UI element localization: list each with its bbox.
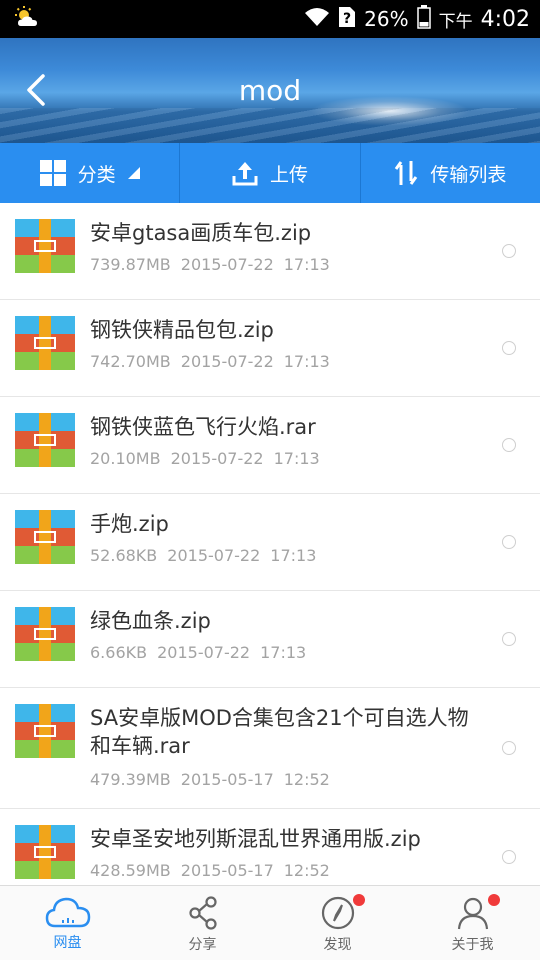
select-radio[interactable]: [502, 535, 516, 549]
file-date: 2015-07-22: [157, 643, 251, 662]
archive-file-icon: [15, 825, 75, 879]
transfer-list-button[interactable]: 传输列表: [361, 143, 540, 203]
file-name: 钢铁侠精品包包.zip: [90, 318, 274, 342]
file-name: SA安卓版MOD合集包含21个可自选人物和车辆.rar: [90, 706, 469, 758]
transfer-label: 传输列表: [430, 163, 507, 186]
battery-percent: 26%: [364, 7, 409, 31]
file-size: 6.66KB: [90, 643, 148, 662]
file-time: 12:52: [283, 770, 330, 789]
archive-file-icon: [15, 413, 75, 467]
select-radio[interactable]: [502, 850, 516, 864]
file-date: 2015-07-22: [180, 255, 274, 274]
file-time: 17:13: [260, 643, 307, 662]
select-radio[interactable]: [502, 438, 516, 452]
archive-file-icon: [15, 510, 75, 564]
file-date: 2015-07-22: [180, 352, 274, 371]
file-size: 52.68KB: [90, 546, 158, 565]
select-radio[interactable]: [502, 341, 516, 355]
archive-file-icon: [15, 219, 75, 273]
nav-item-cloud-drive[interactable]: 网盘: [0, 886, 135, 960]
file-time: 17:13: [283, 255, 330, 274]
file-row[interactable]: 手炮.zip 52.68KB 2015-07-22 17:13: [0, 494, 540, 591]
file-row[interactable]: 安卓圣安地列斯混乱世界通用版.zip 428.59MB 2015-05-17 12:…: [0, 809, 540, 885]
nav-label: 分享: [188, 937, 217, 953]
file-meta: 479.39MB 2015-05-17 12:52: [90, 770, 330, 789]
wifi-icon: [304, 7, 330, 32]
battery-icon: [416, 4, 431, 34]
nav-item-about-me[interactable]: 关于我: [405, 886, 540, 960]
dropdown-triangle-icon: [127, 167, 140, 179]
file-meta: 20.10MB 2015-07-22 17:13: [90, 449, 320, 468]
file-name: 安卓gtasa画质车包.zip: [90, 221, 312, 245]
file-time: 12:52: [283, 861, 330, 880]
file-meta: 742.70MB 2015-07-22 17:13: [90, 352, 330, 371]
file-name: 手炮.zip: [90, 512, 169, 536]
file-name: 安卓圣安地列斯混乱世界通用版.zip: [90, 827, 421, 851]
share-icon: [188, 896, 217, 930]
upload-icon: [232, 162, 258, 186]
weather-icon: [14, 6, 42, 32]
header: mod: [0, 38, 540, 143]
select-radio[interactable]: [502, 741, 516, 755]
file-time: 17:13: [273, 449, 320, 468]
select-radio[interactable]: [502, 632, 516, 646]
upload-label: 上传: [269, 163, 308, 186]
header-background-waves: [0, 108, 540, 143]
file-size: 742.70MB: [90, 352, 171, 371]
file-meta: 428.59MB 2015-05-17 12:52: [90, 861, 330, 880]
file-meta: 739.87MB 2015-07-22 17:13: [90, 255, 330, 274]
file-row[interactable]: 钢铁侠蓝色飞行火焰.rar 20.10MB 2015-07-22 17:13: [0, 397, 540, 494]
select-radio[interactable]: [502, 244, 516, 258]
file-date: 2015-05-17: [180, 770, 274, 789]
svg-text:?: ?: [343, 11, 351, 27]
upload-button[interactable]: 上传: [180, 143, 361, 203]
file-time: 17:13: [283, 352, 330, 371]
file-time: 17:13: [270, 546, 317, 565]
file-name: 钢铁侠蓝色飞行火焰.rar: [90, 415, 316, 439]
notification-dot: [488, 894, 500, 906]
notification-dot: [353, 894, 365, 906]
grid-icon: [39, 160, 66, 186]
category-label: 分类: [77, 163, 116, 186]
nav-label: 关于我: [451, 937, 494, 953]
clock-time: 4:02: [480, 6, 530, 32]
compass-icon: [321, 896, 354, 930]
archive-file-icon: [15, 316, 75, 370]
archive-file-icon: [15, 704, 75, 758]
status-bar: ? 26% 下午 4:02: [0, 0, 540, 38]
nav-label: 网盘: [53, 935, 82, 951]
file-meta: 52.68KB 2015-07-22 17:13: [90, 546, 316, 565]
file-meta: 6.66KB 2015-07-22 17:13: [90, 643, 306, 662]
file-size: 428.59MB: [90, 861, 171, 880]
file-date: 2015-05-17: [180, 861, 274, 880]
file-size: 479.39MB: [90, 770, 171, 789]
cloud-icon: [45, 897, 90, 928]
file-row[interactable]: SA安卓版MOD合集包含21个可自选人物和车辆.rar 479.39MB 2015…: [0, 688, 540, 809]
sim-unknown-icon: ?: [338, 6, 356, 33]
nav-item-discover[interactable]: 发现: [270, 886, 405, 960]
file-size: 739.87MB: [90, 255, 171, 274]
file-size: 20.10MB: [90, 449, 161, 468]
file-row[interactable]: 绿色血条.zip 6.66KB 2015-07-22 17:13: [0, 591, 540, 688]
file-name: 绿色血条.zip: [90, 609, 211, 633]
clock-ampm: 下午: [438, 11, 473, 32]
bottom-nav: 网盘 分享 发现 关于我: [0, 885, 540, 960]
page-title: mod: [238, 74, 302, 107]
file-date: 2015-07-22: [170, 449, 264, 468]
file-date: 2015-07-22: [167, 546, 261, 565]
file-list: 安卓gtasa画质车包.zip 739.87MB 2015-07-22 17:13 …: [0, 203, 540, 885]
file-row[interactable]: 安卓gtasa画质车包.zip 739.87MB 2015-07-22 17:13: [0, 203, 540, 300]
archive-file-icon: [15, 607, 75, 661]
transfer-icon: [395, 161, 418, 185]
category-button[interactable]: 分类: [0, 143, 181, 203]
nav-label: 发现: [323, 937, 352, 953]
toolbar: 分类 上传 传输列表: [0, 143, 540, 203]
user-icon: [457, 897, 488, 930]
file-row[interactable]: 钢铁侠精品包包.zip 742.70MB 2015-07-22 17:13: [0, 300, 540, 397]
nav-item-share[interactable]: 分享: [135, 886, 270, 960]
